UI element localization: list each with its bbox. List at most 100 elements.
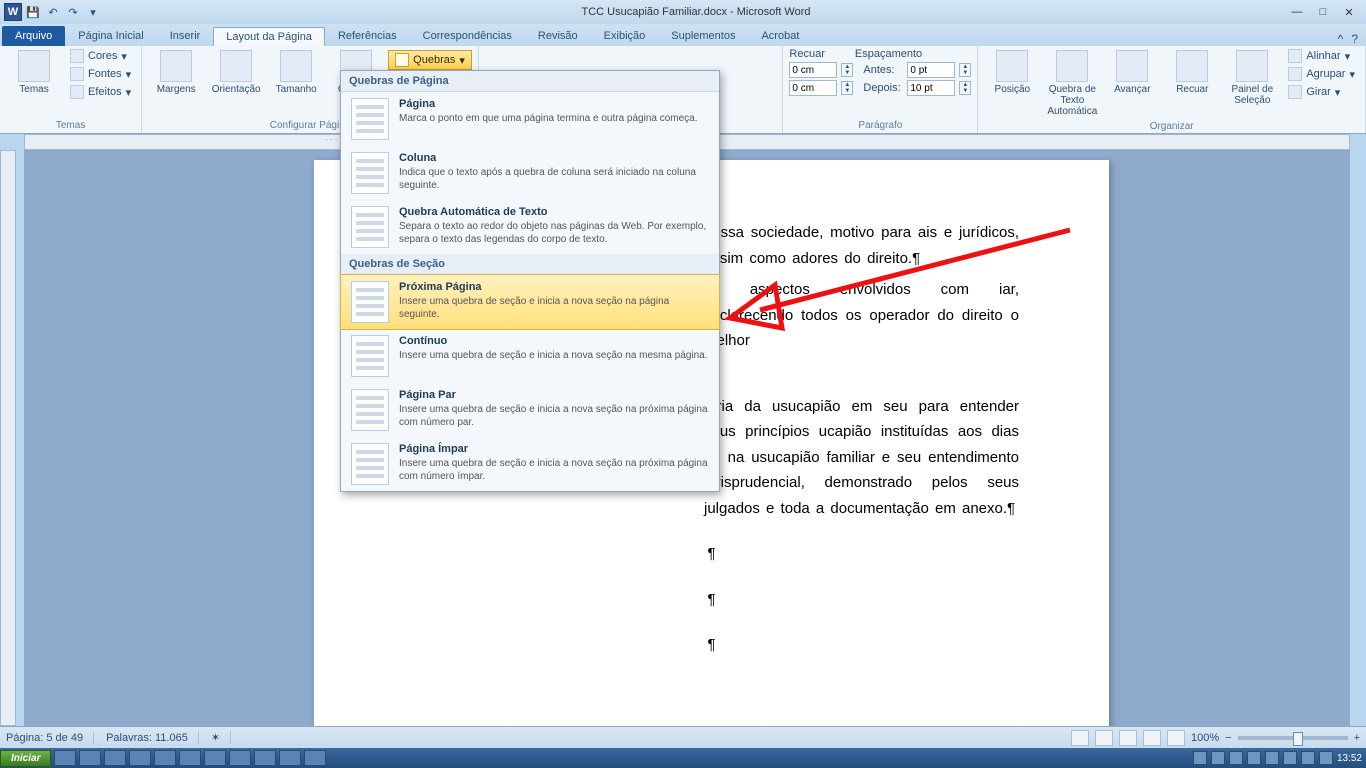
rotate-button[interactable]: Girar ▾ — [1284, 84, 1359, 100]
paragraph-mark[interactable]: ¶ — [404, 587, 1019, 613]
themes-button[interactable]: Temas — [6, 48, 62, 97]
tab-references[interactable]: Referências — [325, 26, 410, 46]
doc-paragraph[interactable]: os aspectos envolvidos com iar, esclarec… — [704, 277, 1019, 354]
tray-icon[interactable] — [1283, 751, 1297, 765]
break-even-page-item[interactable]: Página ParInsere uma quebra de seção e i… — [341, 383, 719, 437]
break-odd-page-item[interactable]: Página ÍmparInsere uma quebra de seção e… — [341, 437, 719, 491]
help-icon[interactable]: ? — [1351, 32, 1358, 46]
position-button[interactable]: Posição — [984, 48, 1040, 97]
tab-view[interactable]: Exibição — [591, 26, 659, 46]
bring-forward-button[interactable]: Avançar — [1104, 48, 1160, 97]
minimize-button[interactable]: — — [1286, 6, 1308, 19]
orientation-button[interactable]: Orientação — [208, 48, 264, 97]
break-column-item[interactable]: ColunaIndica que o texto após a quebra d… — [341, 146, 719, 200]
breaks-button[interactable]: Quebras ▾ — [388, 50, 472, 70]
taskbar-app-10[interactable] — [279, 750, 301, 766]
view-outline-button[interactable] — [1143, 730, 1161, 746]
tab-file[interactable]: Arquivo — [2, 26, 65, 46]
zoom-slider[interactable] — [1238, 736, 1348, 740]
group-arrange: Posição Quebra de Texto Automática Avanç… — [978, 46, 1366, 133]
spacing-label: Espaçamento — [855, 48, 922, 60]
view-full-screen-button[interactable] — [1095, 730, 1113, 746]
view-draft-button[interactable] — [1167, 730, 1185, 746]
save-icon[interactable]: 💾 — [24, 3, 42, 21]
status-proofing-icon[interactable]: ✶ — [211, 731, 231, 744]
text-wrap-button[interactable]: Quebra de Texto Automática — [1044, 48, 1100, 119]
tray-icon[interactable] — [1265, 751, 1279, 765]
break-text-wrapping-item[interactable]: Quebra Automática de TextoSepara o texto… — [341, 200, 719, 254]
break-page-icon — [351, 98, 389, 140]
indent-right-spinner[interactable]: ▲▼ — [789, 80, 853, 96]
restore-button[interactable]: □ — [1312, 6, 1334, 19]
vertical-ruler[interactable] — [0, 150, 16, 726]
zoom-in-button[interactable]: + — [1354, 732, 1360, 744]
tab-home[interactable]: Página Inicial — [65, 26, 156, 46]
undo-icon[interactable]: ↶ — [44, 3, 62, 21]
tab-acrobat[interactable]: Acrobat — [748, 26, 812, 46]
taskbar-app-9[interactable] — [254, 750, 276, 766]
theme-effects-button[interactable]: Efeitos ▾ — [66, 84, 135, 100]
group-button[interactable]: Agrupar ▾ — [1284, 66, 1359, 82]
tab-page-layout[interactable]: Layout da Página — [213, 27, 325, 46]
selection-pane-button[interactable]: Painel de Seleção — [1224, 48, 1280, 108]
status-page[interactable]: Página: 5 de 49 — [6, 732, 94, 744]
status-zoom-percent[interactable]: 100% — [1191, 732, 1219, 744]
doc-paragraph[interactable]: tória da usucapião em seu para entender … — [704, 394, 1019, 522]
doc-paragraph[interactable]: nossa sociedade, motivo para ais e juríd… — [704, 220, 1019, 271]
word-app-icon[interactable]: W — [4, 3, 22, 21]
group-icon — [1288, 67, 1302, 81]
theme-fonts-button[interactable]: Fontes ▾ — [66, 66, 135, 82]
tab-mailings[interactable]: Correspondências — [410, 26, 525, 46]
effects-icon — [70, 85, 84, 99]
ribbon-minimize-icon[interactable]: ^ — [1338, 32, 1344, 46]
send-backward-button[interactable]: Recuar — [1164, 48, 1220, 97]
theme-colors-button[interactable]: Cores ▾ — [66, 48, 135, 64]
indent-left-input[interactable] — [789, 62, 837, 78]
tray-icon[interactable] — [1301, 751, 1315, 765]
tray-icon[interactable] — [1193, 751, 1207, 765]
paragraph-mark[interactable]: ¶ — [404, 541, 1019, 567]
tray-icon[interactable] — [1247, 751, 1261, 765]
tray-icon[interactable] — [1229, 751, 1243, 765]
dropdown-section-section-breaks: Quebras de Seção — [341, 254, 719, 275]
align-icon — [1288, 49, 1302, 63]
tray-icon[interactable] — [1211, 751, 1225, 765]
taskbar-app-1[interactable] — [54, 750, 76, 766]
tab-addins[interactable]: Suplementos — [658, 26, 748, 46]
spacing-after-input[interactable] — [907, 80, 955, 96]
redo-icon[interactable]: ↷ — [64, 3, 82, 21]
tab-review[interactable]: Revisão — [525, 26, 591, 46]
taskbar-app-6[interactable] — [179, 750, 201, 766]
paragraph-mark[interactable]: ¶ — [404, 632, 1019, 658]
taskbar-app-5[interactable] — [154, 750, 176, 766]
zoom-out-button[interactable]: − — [1225, 732, 1231, 744]
indent-left-spinner[interactable]: ▲▼ — [789, 62, 853, 78]
taskbar-app-7[interactable] — [204, 750, 226, 766]
taskbar-app-3[interactable] — [104, 750, 126, 766]
spacing-before-input[interactable] — [907, 62, 955, 78]
spacing-after-spinner[interactable]: Depois:▲▼ — [863, 80, 971, 96]
taskbar-app-2[interactable] — [79, 750, 101, 766]
start-button[interactable]: Iniciar — [0, 750, 51, 767]
taskbar-app-11[interactable] — [304, 750, 326, 766]
taskbar-app-8[interactable] — [229, 750, 251, 766]
tab-insert[interactable]: Inserir — [157, 26, 214, 46]
size-button[interactable]: Tamanho — [268, 48, 324, 97]
indent-right-input[interactable] — [789, 80, 837, 96]
view-print-layout-button[interactable] — [1071, 730, 1089, 746]
break-next-page-item[interactable]: Próxima PáginaInsere uma quebra de seção… — [340, 274, 720, 330]
colors-icon — [70, 49, 84, 63]
taskbar-clock[interactable]: 13:52 — [1337, 753, 1362, 764]
view-web-layout-button[interactable] — [1119, 730, 1137, 746]
margins-button[interactable]: Margens — [148, 48, 204, 97]
qat-customize-icon[interactable]: ▾ — [84, 3, 102, 21]
status-word-count[interactable]: Palavras: 11.065 — [106, 732, 199, 744]
align-button[interactable]: Alinhar ▾ — [1284, 48, 1359, 64]
spacing-before-spinner[interactable]: Antes:▲▼ — [863, 62, 971, 78]
tray-icon[interactable] — [1319, 751, 1333, 765]
break-page-item[interactable]: PáginaMarca o ponto em que uma página te… — [341, 92, 719, 146]
break-continuous-item[interactable]: ContínuoInsere uma quebra de seção e ini… — [341, 329, 719, 383]
taskbar-app-4[interactable] — [129, 750, 151, 766]
fonts-icon — [70, 67, 84, 81]
close-button[interactable]: ✕ — [1338, 6, 1360, 19]
